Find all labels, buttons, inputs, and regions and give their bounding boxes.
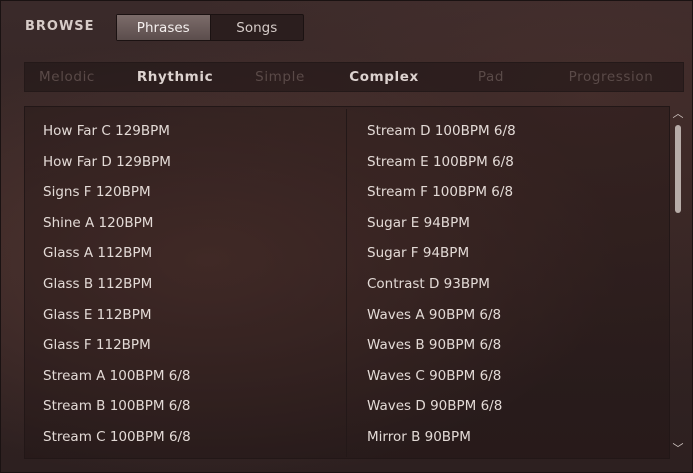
filter-bar: Melodic Rhythmic Simple Complex Pad Prog… [24, 62, 684, 92]
list-item[interactable]: Shine A 120BPM [43, 208, 191, 239]
list-column-left: How Far C 129BPM How Far D 129BPM Signs … [43, 116, 191, 453]
songs-tab[interactable]: Songs [211, 15, 304, 40]
chevron-up-icon[interactable]: ︿ [672, 107, 684, 121]
list-item[interactable]: Glass F 112BPM [43, 330, 191, 361]
filter-progression[interactable]: Progression [569, 63, 654, 91]
list-item[interactable]: Stream F 100BPM 6/8 [367, 177, 516, 208]
column-divider [346, 109, 347, 457]
mode-toggle: Phrases Songs [116, 14, 304, 41]
list-item[interactable]: Stream B 100BPM 6/8 [43, 391, 191, 422]
list-column-right: Stream D 100BPM 6/8 Stream E 100BPM 6/8 … [367, 116, 516, 453]
browse-panel: BROWSE Phrases Songs Melodic Rhythmic Si… [0, 0, 693, 473]
filter-simple[interactable]: Simple [255, 63, 305, 91]
list-item[interactable]: Mirror B 90BPM [367, 422, 516, 453]
list-item[interactable]: Waves B 90BPM 6/8 [367, 330, 516, 361]
filter-melodic[interactable]: Melodic [39, 63, 95, 91]
browse-title: BROWSE [25, 19, 95, 34]
list-item[interactable]: Glass E 112BPM [43, 300, 191, 331]
list-item[interactable]: Stream C 100BPM 6/8 [43, 422, 191, 453]
list-item[interactable]: How Far C 129BPM [43, 116, 191, 147]
list-item[interactable]: Glass B 112BPM [43, 269, 191, 300]
list-item[interactable]: Waves D 90BPM 6/8 [367, 391, 516, 422]
scroll-thumb[interactable] [675, 125, 681, 213]
filter-complex[interactable]: Complex [349, 63, 419, 91]
filter-rhythmic[interactable]: Rhythmic [137, 63, 213, 91]
chevron-down-icon[interactable]: ﹀ [672, 442, 684, 456]
list-item[interactable]: Stream E 100BPM 6/8 [367, 147, 516, 178]
list-item[interactable]: Glass A 112BPM [43, 238, 191, 269]
list-item[interactable]: Sugar E 94BPM [367, 208, 516, 239]
list-item[interactable]: Contrast D 93BPM [367, 269, 516, 300]
list-item[interactable]: Sugar F 94BPM [367, 238, 516, 269]
list-item[interactable]: Waves C 90BPM 6/8 [367, 361, 516, 392]
list-item[interactable]: Stream D 100BPM 6/8 [367, 116, 516, 147]
list-item[interactable]: Waves A 90BPM 6/8 [367, 300, 516, 331]
list-item[interactable]: Signs F 120BPM [43, 177, 191, 208]
filter-pad[interactable]: Pad [478, 63, 504, 91]
phrases-tab[interactable]: Phrases [117, 15, 211, 40]
list-item[interactable]: Stream A 100BPM 6/8 [43, 361, 191, 392]
list-item[interactable]: How Far D 129BPM [43, 147, 191, 178]
